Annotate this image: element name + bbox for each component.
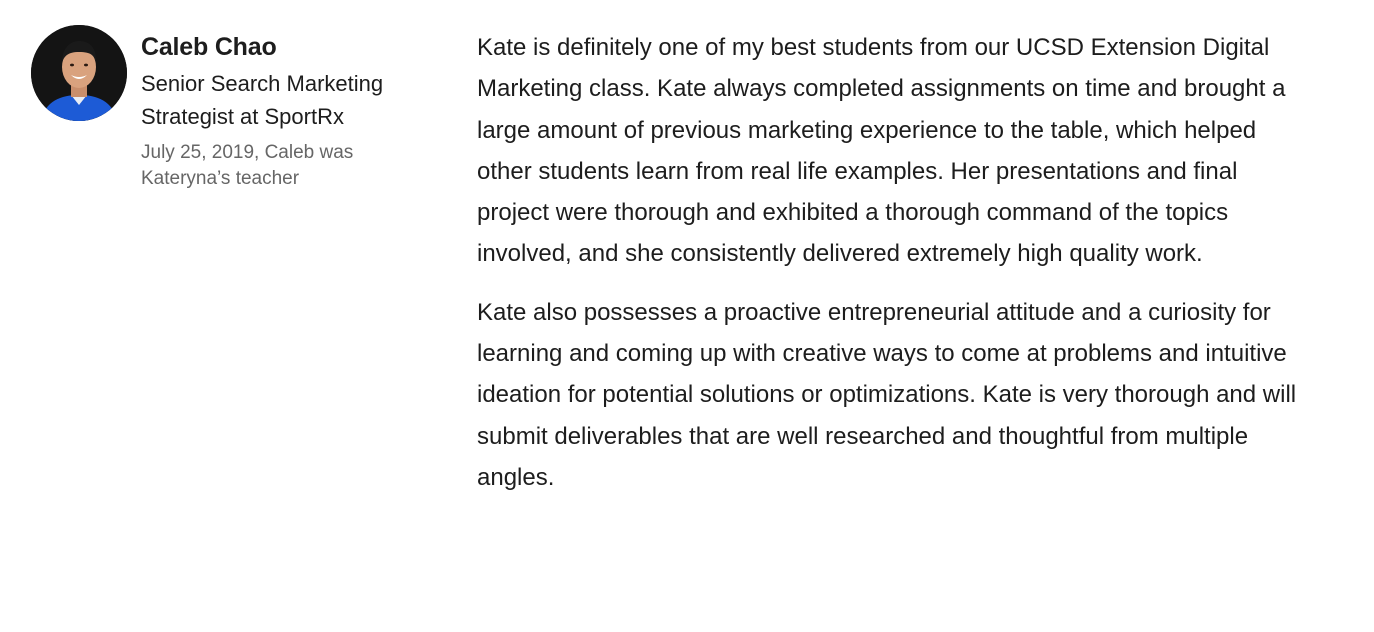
recommendation-text: Kate is definitely one of my best studen… xyxy=(477,27,1307,515)
author-info: Caleb Chao Senior Search Marketing Strat… xyxy=(141,30,441,192)
person-photo-avatar-icon xyxy=(31,25,127,121)
author-headline: Senior Search Marketing Strategist at Sp… xyxy=(141,71,384,129)
author-name[interactable]: Caleb Chao xyxy=(141,30,441,64)
author-avatar[interactable] xyxy=(31,25,127,121)
recommendation-paragraph: Kate also possesses a proactive entrepre… xyxy=(477,298,1297,491)
recommendation-paragraph: Kate is definitely one of my best studen… xyxy=(477,34,1286,268)
recommendation-card: Caleb Chao Senior Search Marketing Strat… xyxy=(0,0,1374,632)
recommendation-meta: July 25, 2019, Caleb was Kateryna’s teac… xyxy=(141,142,354,189)
